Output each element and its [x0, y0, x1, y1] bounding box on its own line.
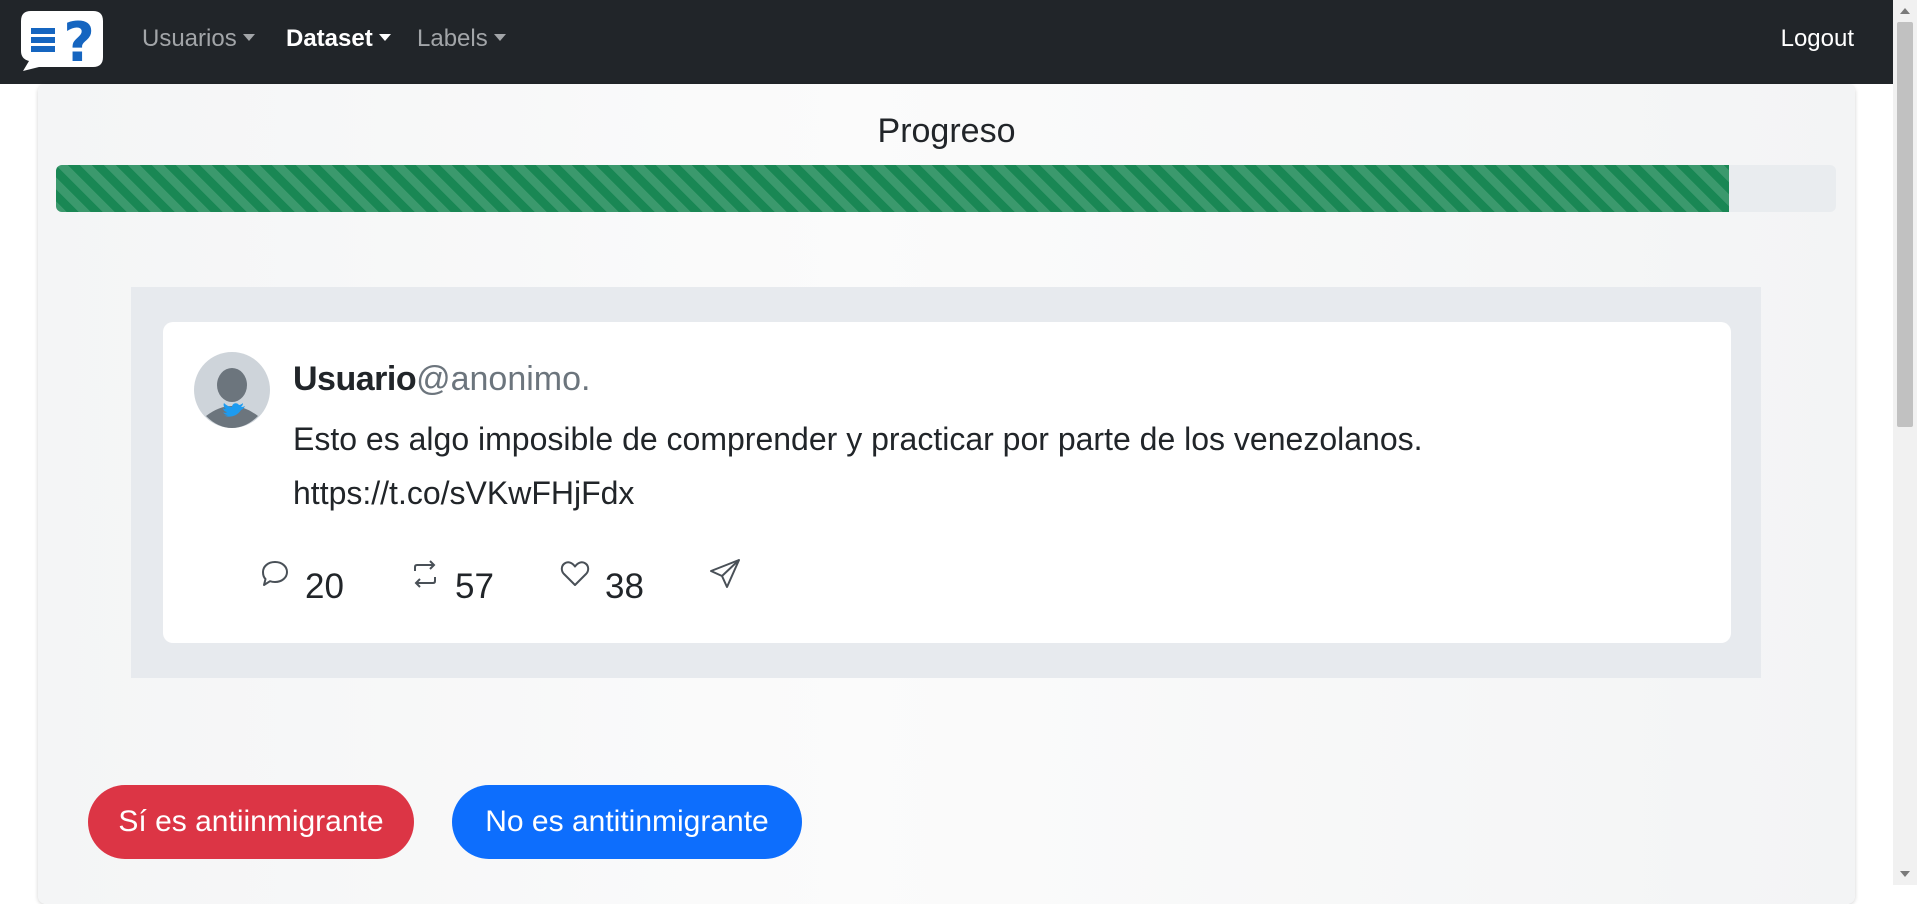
nav-menu-usuarios-label: Usuarios	[142, 25, 237, 52]
send-icon	[710, 559, 740, 588]
svg-text:?: ?	[63, 11, 94, 71]
scrollbar-thumb[interactable]	[1897, 22, 1913, 427]
tweet-user-line: Usuario@anonimo.	[293, 360, 590, 399]
tweet-text: Esto es algo imposible de comprender y p…	[293, 421, 1423, 511]
retweet-count: 57	[455, 567, 494, 606]
scroll-down-arrow-icon[interactable]	[1900, 871, 1910, 877]
nav-menu-usuarios[interactable]: Usuarios	[142, 23, 255, 55]
progress-bar-fill	[56, 165, 1730, 212]
heart-icon	[560, 561, 590, 586]
tweet-user-name: Usuario	[293, 360, 417, 398]
no-antiimmigrant-button[interactable]: No es antitinmigrante	[452, 785, 802, 859]
tweet-card: Usuario@anonimo. Esto es algo imposible …	[163, 322, 1731, 643]
main-card: Progreso Usuario@anonimo. Esto es algo i…	[38, 84, 1855, 904]
chevron-down-icon	[378, 34, 391, 41]
brand-logo-icon[interactable]: ?	[21, 11, 103, 74]
progress-title: Progreso	[877, 112, 1016, 150]
like-count: 38	[605, 567, 644, 606]
retweet-icon	[414, 560, 436, 588]
nav-menu-labels-label: Labels	[417, 25, 488, 52]
tweet-container: Usuario@anonimo. Esto es algo imposible …	[131, 287, 1761, 678]
top-navbar: ? Usuarios Dataset Labels Logout	[0, 0, 1893, 84]
tweet-user-handle: @anonimo.	[416, 360, 591, 398]
vertical-scrollbar[interactable]	[1893, 0, 1917, 885]
logout-link[interactable]: Logout	[1781, 23, 1854, 55]
yes-antiimmigrant-button[interactable]: Sí es antiinmigrante	[88, 785, 414, 859]
progress-bar	[56, 165, 1836, 212]
nav-menu-labels[interactable]: Labels	[417, 23, 506, 55]
comment-icon	[262, 561, 288, 586]
chevron-down-icon	[242, 34, 255, 41]
chevron-down-icon	[493, 34, 506, 41]
nav-menu-dataset[interactable]: Dataset	[286, 23, 391, 55]
reply-count: 20	[305, 567, 344, 606]
nav-menu-dataset-label: Dataset	[286, 25, 373, 52]
avatar-icon	[194, 352, 270, 428]
scroll-up-arrow-icon[interactable]	[1900, 8, 1910, 14]
